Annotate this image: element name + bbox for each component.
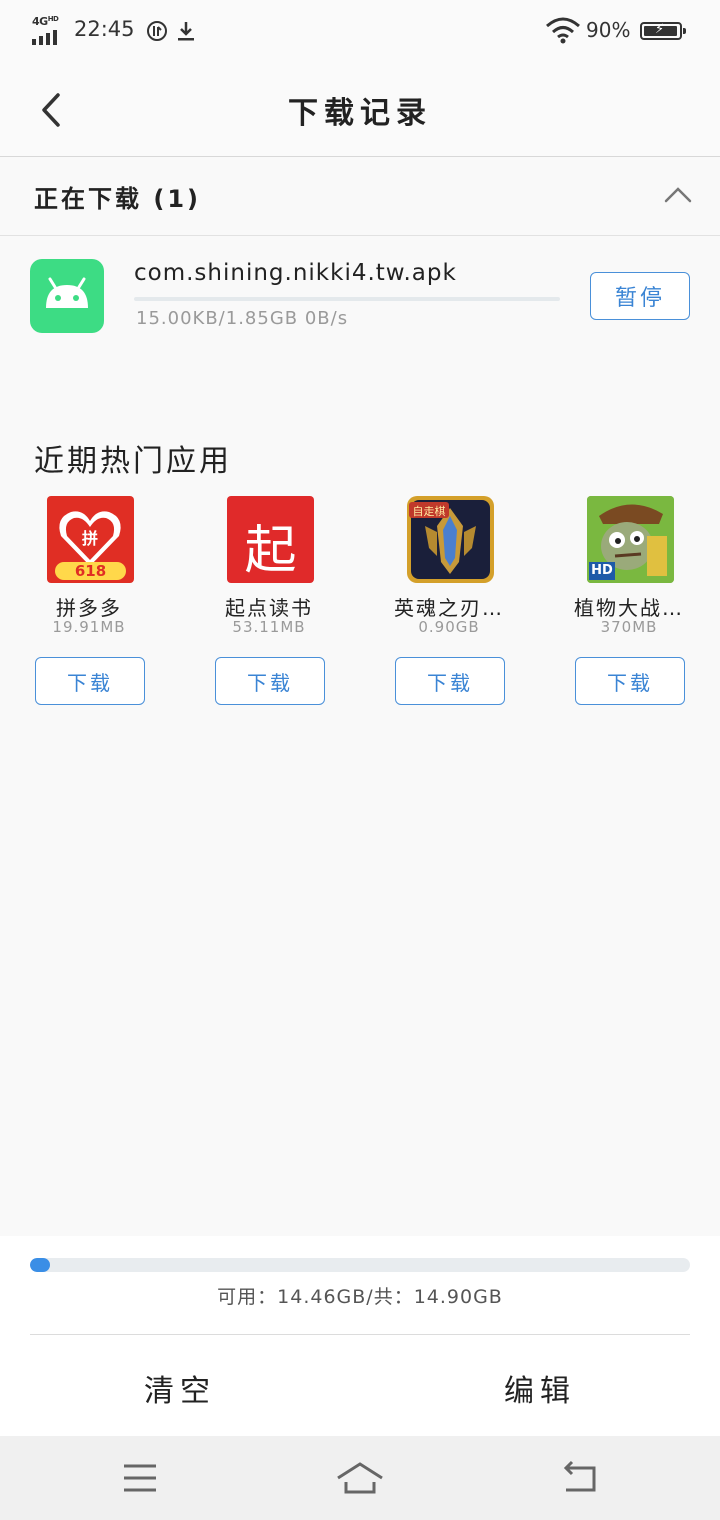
app-size: 19.91MB xyxy=(52,618,126,636)
app-size: 370MB xyxy=(600,618,658,636)
download-file-name: com.shining.nikki4.tw.apk xyxy=(134,260,457,286)
app-name: 植物大战… xyxy=(574,596,684,620)
app-name: 英魂之刃… xyxy=(394,596,504,620)
network-type: 4GHD xyxy=(32,15,59,28)
download-progress-bar xyxy=(134,297,560,301)
hot-app-pinduoduo[interactable]: 拼 618 拼多多 19.91MB 下载 xyxy=(35,496,175,706)
downloading-section-title: 正在下载 (1) xyxy=(34,185,201,213)
pause-button[interactable]: 暂停 xyxy=(590,272,690,320)
download-button[interactable]: 下载 xyxy=(215,657,325,705)
app-name: 拼多多 xyxy=(56,596,122,620)
status-time: 22:45 xyxy=(74,17,135,41)
app-size: 0.90GB xyxy=(418,618,480,636)
battery-icon: ⚡ xyxy=(640,22,686,40)
pvz-hd-badge: HD xyxy=(591,563,613,578)
hot-apps-title: 近期热门应用 xyxy=(34,444,232,479)
wifi-icon xyxy=(546,17,580,44)
plants-vs-zombies-icon: HD xyxy=(587,496,674,583)
storage-bar xyxy=(30,1258,690,1272)
back-nav-icon[interactable] xyxy=(560,1458,600,1498)
pinduoduo-icon: 拼 618 xyxy=(47,496,134,583)
android-apk-icon xyxy=(30,259,104,333)
divider xyxy=(30,1334,690,1335)
pinduoduo-618-badge: 618 xyxy=(74,562,107,580)
download-meta: 15.00KB/1.85GB 0B/s xyxy=(136,308,349,329)
storage-text: 可用：14.46GB/共：14.90GB xyxy=(217,1286,503,1308)
download-status-icon xyxy=(178,22,194,41)
download-item[interactable]: com.shining.nikki4.tw.apk 15.00KB/1.85GB… xyxy=(0,236,720,356)
page-title: 下载记录 xyxy=(288,96,432,131)
downloading-section-header[interactable]: 正在下载 (1) xyxy=(0,157,720,236)
download-button[interactable]: 下载 xyxy=(395,657,505,705)
yinghun-icon: 自走棋 xyxy=(407,496,494,583)
chevron-up-icon[interactable] xyxy=(664,185,692,203)
clear-button[interactable]: 清空 xyxy=(0,1366,360,1410)
system-nav-bar xyxy=(0,1436,720,1520)
app-name: 起点读书 xyxy=(225,596,313,620)
cellular-signal-icon: 4GHD xyxy=(32,15,66,45)
battery-percent: 90% xyxy=(586,18,631,42)
svg-text:拼: 拼 xyxy=(82,529,98,548)
download-button[interactable]: 下载 xyxy=(35,657,145,705)
hot-app-pvz[interactable]: HD 植物大战… 370MB 下载 xyxy=(574,496,715,706)
storage-bar-fill xyxy=(30,1258,50,1272)
menu-icon[interactable] xyxy=(122,1458,158,1498)
home-icon[interactable] xyxy=(336,1458,384,1498)
top-app-bar: 下载记录 xyxy=(0,64,720,157)
bottom-panel: 可用：14.46GB/共：14.90GB 清空 编辑 xyxy=(0,1236,720,1436)
status-bar: 4GHD 22:45 90% ⚡ xyxy=(0,0,720,64)
hot-app-yinghun[interactable]: 自走棋 英魂之刃… 0.90GB 下载 xyxy=(394,496,535,706)
qidian-icon: 起 xyxy=(227,496,314,583)
data-saver-icon xyxy=(147,21,167,41)
hot-app-qidian[interactable]: 起 起点读书 53.11MB 下载 xyxy=(215,496,355,706)
download-button[interactable]: 下载 xyxy=(575,657,685,705)
edit-button[interactable]: 编辑 xyxy=(360,1366,720,1410)
app-size: 53.11MB xyxy=(232,618,306,636)
yinghun-badge: 自走棋 xyxy=(412,505,446,518)
